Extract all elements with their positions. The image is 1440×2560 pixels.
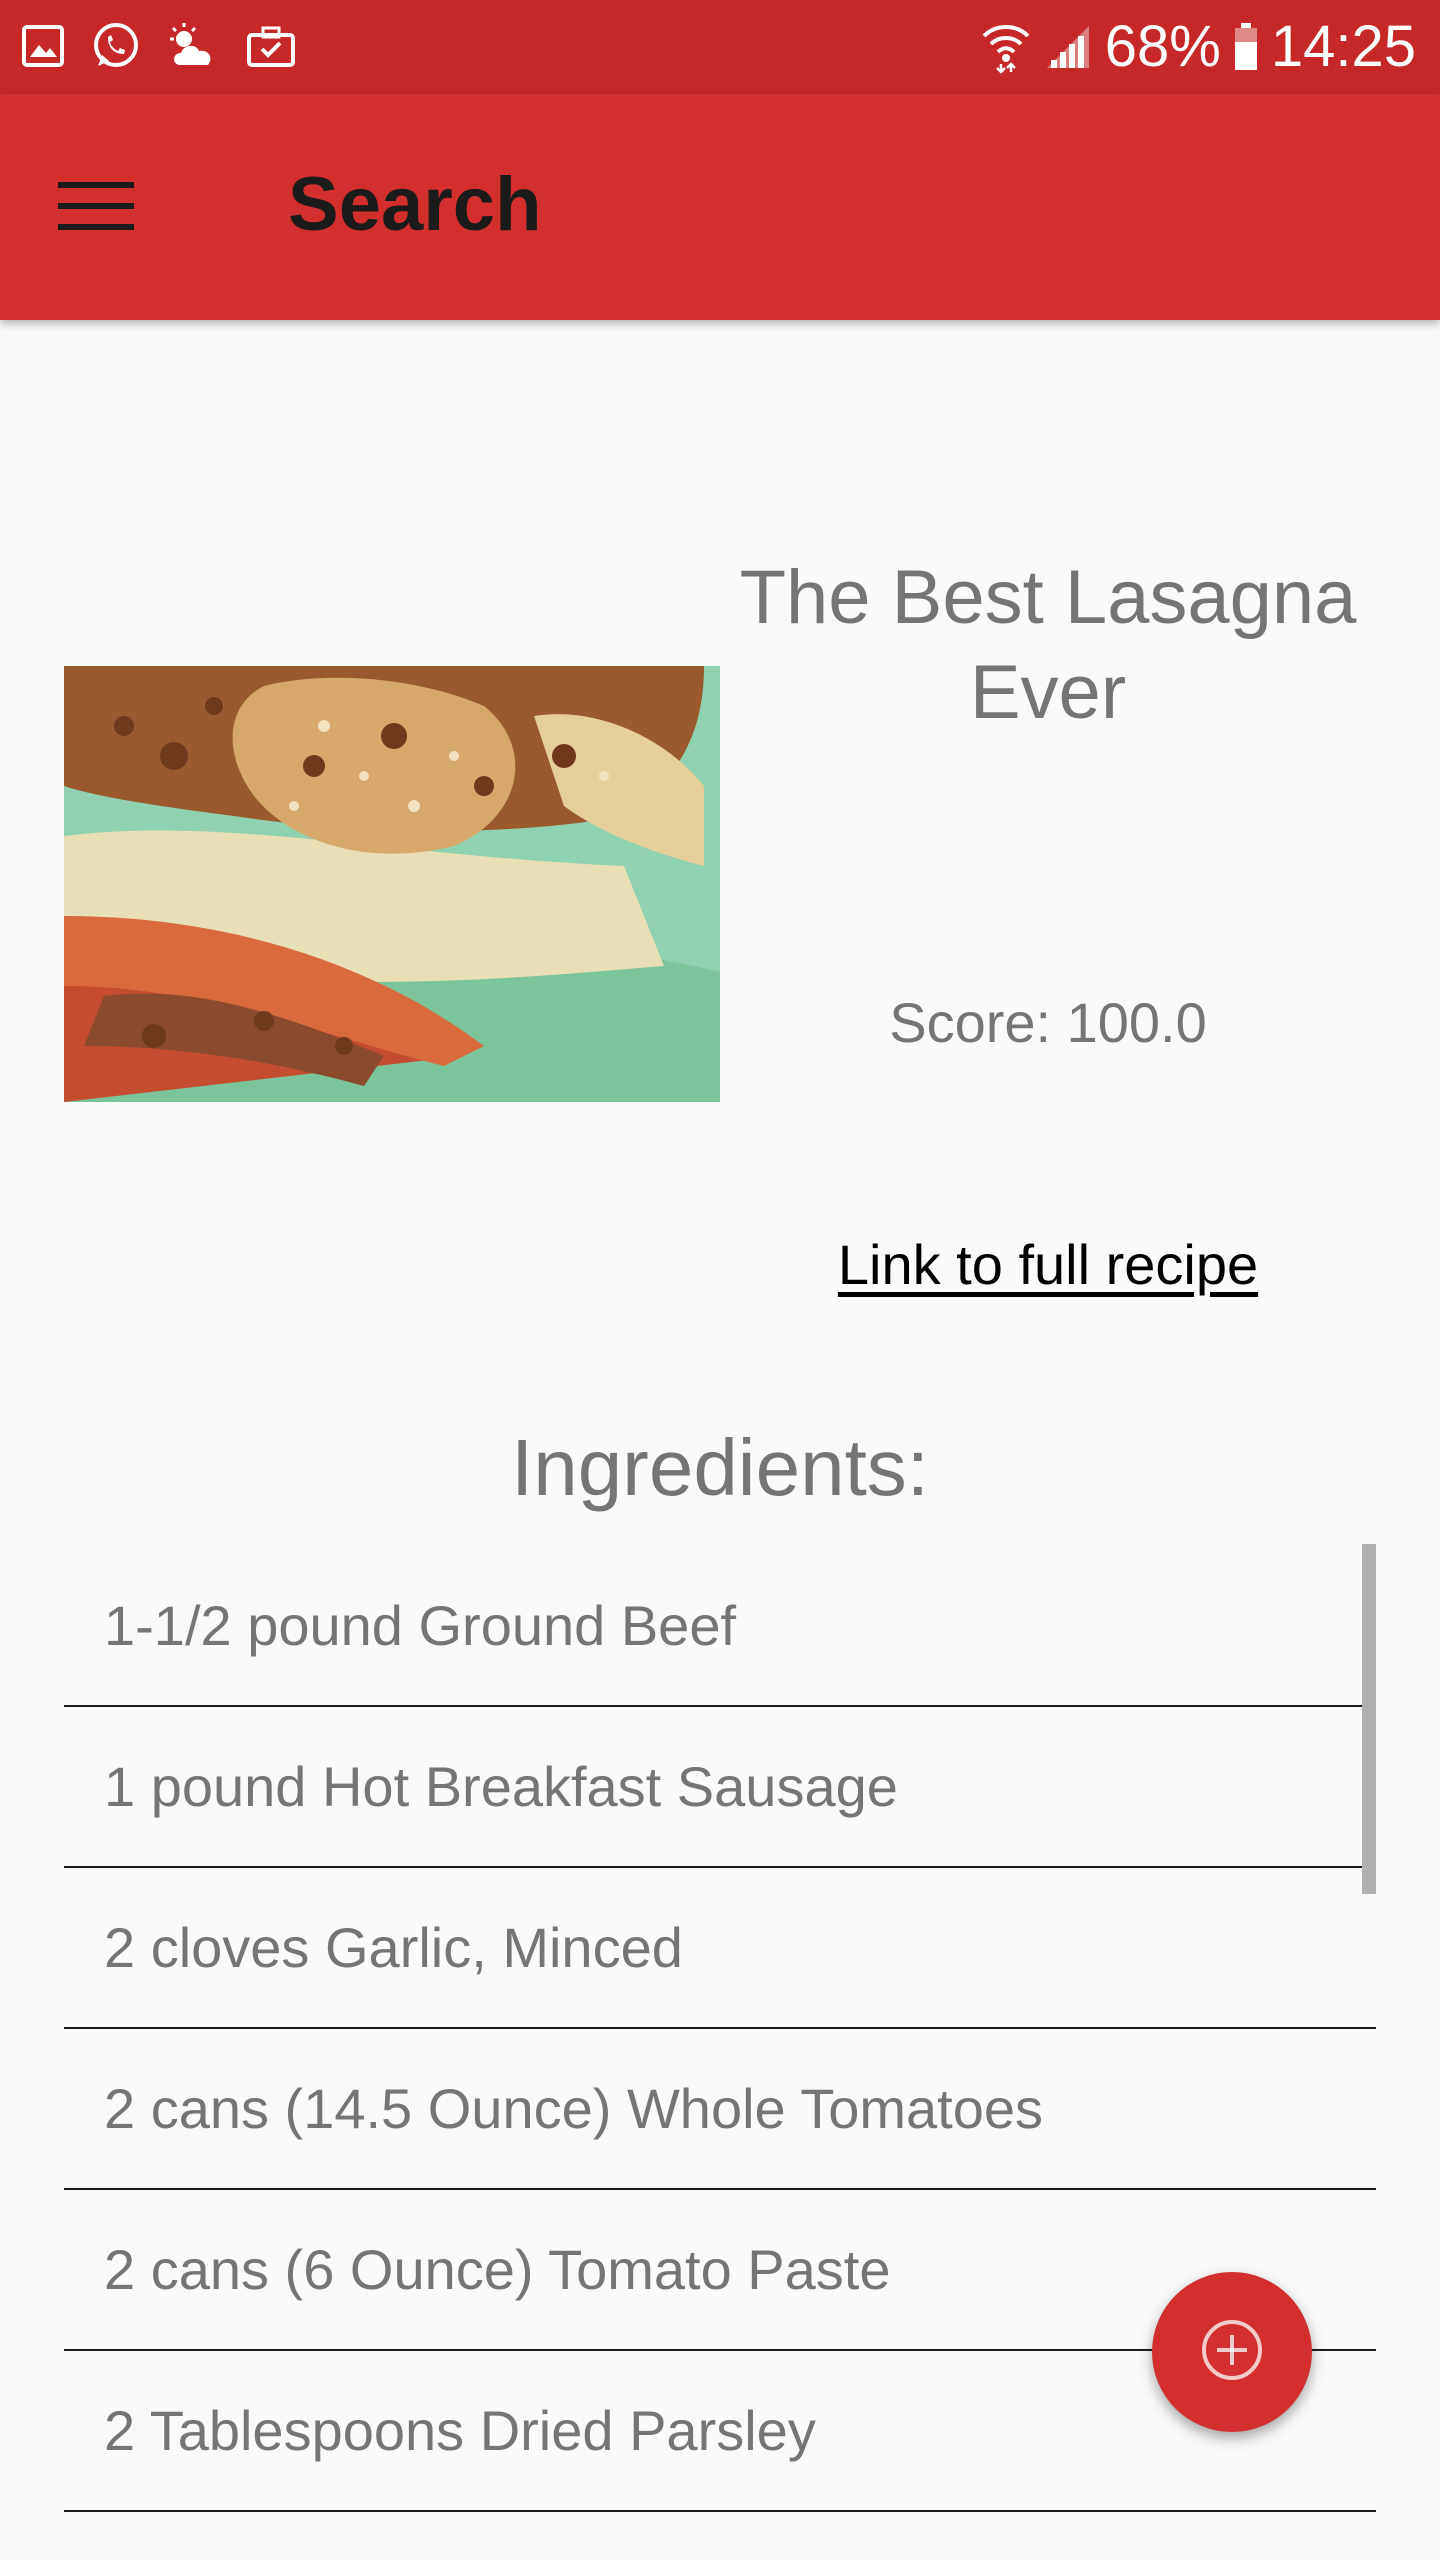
system-status: 68% 14:25 [981,14,1416,80]
wifi-icon [981,20,1031,74]
toolbar-title: Search [288,162,542,247]
ingredients-heading: Ingredients: [510,1423,930,1512]
gallery-icon [20,23,66,69]
list-scrollbar[interactable] [1362,1544,1376,1894]
list-item[interactable]: 2 cans (14.5 Ounce) Whole Tomatoes [64,2029,1376,2190]
clock: 14:25 [1270,14,1416,79]
list-item[interactable]: 1-1/2 pound Ground Beef [64,1546,1376,1707]
recipe-title: The Best Lasagna Ever [739,555,1357,735]
recipe-score: Score: 100.0 [889,991,1207,1054]
notification-icons [20,20,296,72]
signal-icon [1043,22,1093,72]
battery-icon [1233,22,1259,72]
recipe-image [64,666,720,1102]
full-recipe-link[interactable]: Link to full recipe [720,1230,1376,1300]
list-item[interactable]: 2 cloves Garlic, Minced [64,1868,1376,2029]
app-toolbar: Search [0,94,1440,320]
navigation-menu-button[interactable] [36,160,156,256]
battery-percent: 68% [1104,14,1221,79]
add-circle-icon [1197,2315,1267,2390]
status-bar: 68% 14:25 [0,0,1440,94]
add-button[interactable] [1152,2272,1312,2432]
list-item[interactable]: 1 pound Hot Breakfast Sausage [64,1707,1376,1868]
recipe-screen: 68% 14:25 Search The Best Lasagna Ever S… [0,0,1440,2560]
hamburger-menu-icon [58,180,134,237]
whatsapp-icon [90,20,142,72]
weather-icon [166,21,222,71]
briefcase-icon [246,23,296,69]
